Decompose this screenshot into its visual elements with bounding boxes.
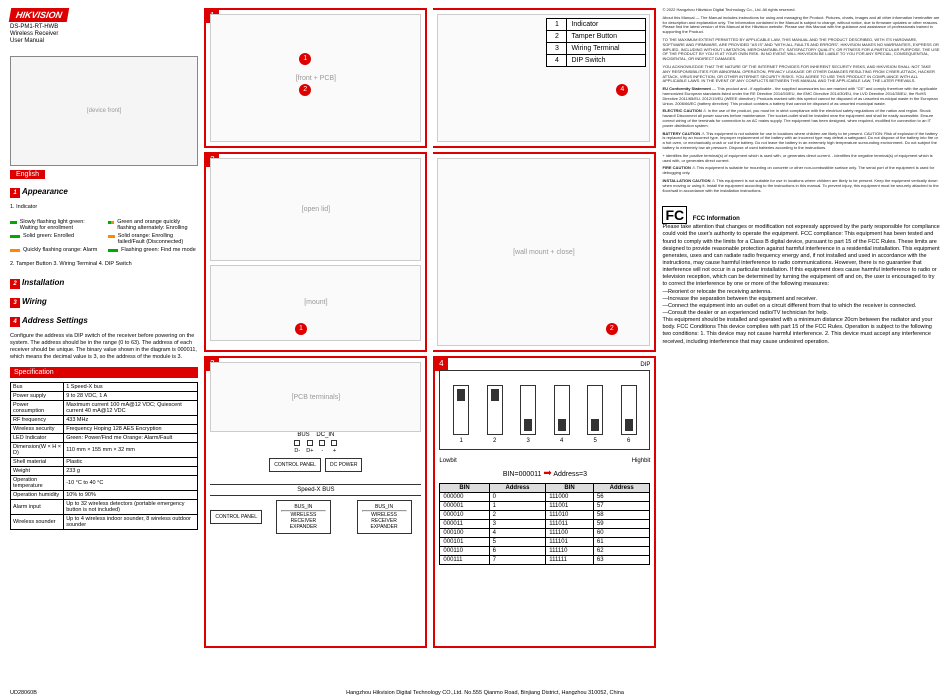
appearance-diagram: [front + PCB] 1 2 — [210, 14, 421, 142]
section-appearance: 1Appearance — [10, 187, 198, 198]
left-column: HIKVISION DS-PM1-RT-HWB Wireless Receive… — [10, 8, 198, 648]
wiring-terminals: BUS DC_IN D- D+ - + — [210, 432, 421, 454]
callout-step1: 1 — [295, 323, 307, 335]
callout-2: 2 — [299, 84, 311, 96]
wiring-pcb-diagram: [PCB terminals] — [210, 362, 421, 432]
panel-1b: 3 4 1Indicator2Tamper Button3Wiring Term… — [433, 8, 656, 148]
fcc-block: FC FCC Information Please take attention… — [662, 206, 940, 345]
fcc-body: Please take attention that changes or mo… — [662, 224, 940, 288]
dip-switch-diagram: 1 2 3 4 5 6 — [439, 370, 650, 450]
middle-column-a: 1 [front + PCB] 1 2 2 [open lid] [mount]… — [204, 8, 427, 648]
middle-column-b: 3 4 1Indicator2Tamper Button3Wiring Term… — [433, 8, 656, 648]
fcc-tail: This equipment should be installed and o… — [662, 317, 940, 346]
manual-page: HIKVISION DS-PM1-RT-HWB Wireless Receive… — [10, 8, 940, 648]
doc-type: User Manual — [10, 38, 44, 44]
fcc-title: FCC Information — [693, 216, 740, 222]
install-diagram-bot: [mount] 1 — [210, 265, 421, 340]
install-diagram-top: [open lid] — [210, 158, 421, 261]
brand-logo: HIKVISION — [9, 8, 69, 22]
panel-3: 3 [PCB terminals] BUS DC_IN D- D+ - + CO… — [204, 356, 427, 648]
panel-2: 2 [open lid] [mount] 1 — [204, 152, 427, 352]
indicator-list: Slowly flashing light green: Waiting for… — [10, 217, 198, 255]
spec-table: Bus1 Speed-X busPower supply9 to 28 VDC,… — [10, 382, 198, 530]
product-type: Wireless Receiver — [10, 31, 58, 37]
bin-address-row: BIN=000011 ➡ Address=3 — [439, 468, 650, 479]
legal-text: © 2022 Hangzhou Hikvision Digital Techno… — [662, 8, 940, 196]
section-wiring: 3Wiring — [10, 297, 198, 308]
right-column: © 2022 Hangzhou Hikvision Digital Techno… — [662, 8, 940, 648]
install-diagram-right: [wall mount + close] 2 — [437, 158, 650, 346]
footer-address: Hangzhou Hikvision Digital Technology CO… — [10, 690, 950, 696]
product-model: DS-PM1-RT-HWB — [10, 24, 58, 30]
callout-4: 4 — [616, 84, 628, 96]
section-address: 4Address Settings — [10, 316, 198, 327]
indicator-heading: 1. Indicator — [10, 204, 198, 211]
dc-power-box: DC POWER — [325, 458, 363, 472]
fcc-logo-icon: FC — [662, 206, 687, 224]
spec-heading: Specification — [10, 367, 198, 378]
product-header: DS-PM1-RT-HWB Wireless Receiver User Man… — [10, 24, 198, 46]
appearance-footer: 2. Tamper Button 3. Wiring Terminal 4. D… — [10, 261, 198, 268]
parts-table: 1Indicator2Tamper Button3Wiring Terminal… — [546, 18, 646, 67]
control-panel-box: CONTROL PANEL — [269, 458, 321, 472]
control-panel-box2: CONTROL PANEL — [210, 510, 262, 524]
copyright: © 2022 Hangzhou Hikvision Digital Techno… — [662, 8, 940, 13]
address-table: BINAddressBINAddress 0000000111000560000… — [439, 483, 650, 565]
callout-step2: 2 — [606, 323, 618, 335]
callout-1: 1 — [299, 53, 311, 65]
panel-2b: [wall mount + close] 2 — [433, 152, 656, 352]
panel-4: 4 ONDIP 1 2 3 4 5 6 LowbitHighbit BIN=00… — [433, 356, 656, 648]
fcc-list: —Reorient or relocate the receiving ante… — [662, 289, 940, 318]
section-installation: 2Installation — [10, 278, 198, 289]
speedx-bus-label: Speed-X BUS — [210, 484, 421, 496]
address-text: Configure the address via DIP switch of … — [10, 333, 198, 362]
language-tab: English — [10, 170, 45, 179]
device-photo: [device front] — [10, 56, 198, 166]
panel-1: 1 [front + PCB] 1 2 — [204, 8, 427, 148]
